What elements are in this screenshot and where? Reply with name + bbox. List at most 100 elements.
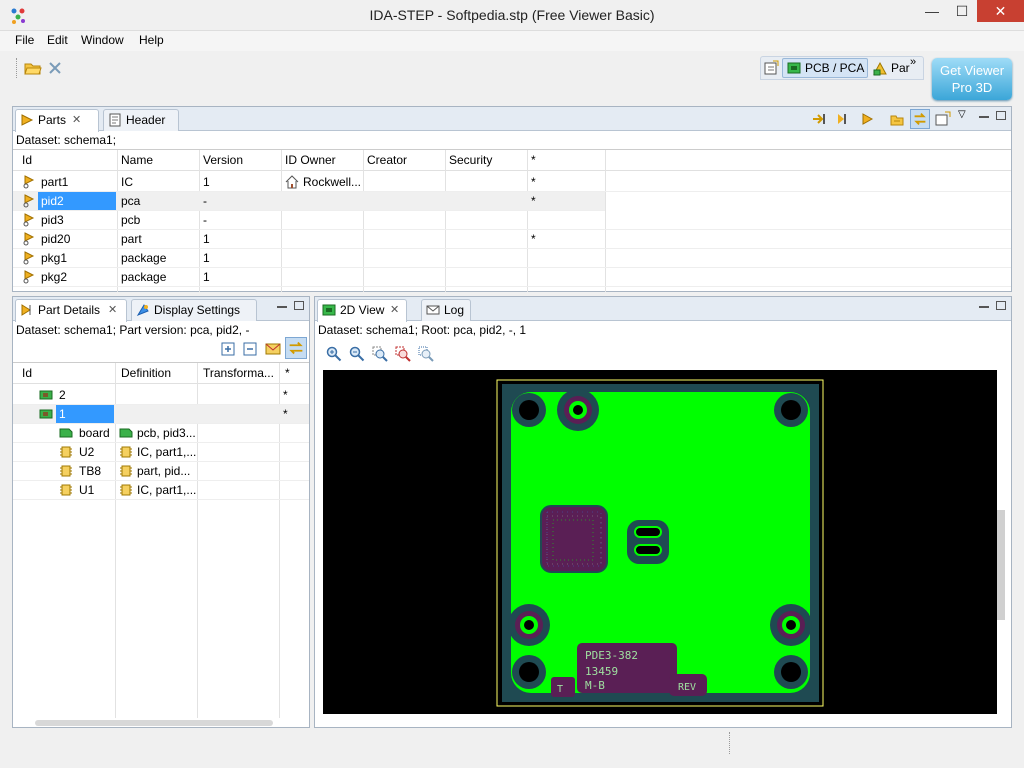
tab-2d-view[interactable]: 2D View ✕ — [317, 299, 407, 322]
tree-row[interactable]: U1 IC, part1,... — [13, 481, 309, 500]
minimize-panel-icon[interactable] — [979, 306, 989, 308]
col-definition[interactable]: Definition — [121, 363, 171, 383]
parts-table-header: Id Name Version ID Owner Creator Securit… — [13, 150, 1011, 171]
get-viewer-pro-button[interactable]: Get Viewer Pro 3D — [932, 58, 1012, 100]
close-tab-icon[interactable]: ✕ — [390, 300, 399, 320]
refresh-folder-icon[interactable] — [889, 111, 905, 127]
part-perspective-icon[interactable] — [872, 60, 888, 76]
maximize-panel-icon[interactable] — [996, 111, 1006, 120]
tab-header[interactable]: Header — [103, 109, 179, 131]
cell-id: U2 — [79, 445, 95, 459]
cell-name: IC — [121, 175, 133, 189]
sync-icon[interactable] — [285, 337, 307, 359]
close-tab-icon[interactable]: ✕ — [108, 300, 117, 320]
col-transformation[interactable]: Transforma... — [203, 363, 274, 383]
cell-id: U1 — [79, 483, 95, 497]
pad — [770, 604, 812, 646]
col-star[interactable]: * — [531, 150, 536, 170]
horizontal-scrollbar[interactable] — [35, 720, 273, 726]
close-button[interactable]: ✕ — [977, 0, 1024, 22]
col-creator[interactable]: Creator — [367, 150, 407, 170]
col-version[interactable]: Version — [203, 150, 243, 170]
cell-version: - — [203, 213, 207, 227]
menu-window[interactable]: Window — [81, 33, 124, 47]
sync-icon[interactable] — [910, 109, 930, 129]
bga-footprint — [540, 505, 608, 573]
perspective-overflow[interactable]: » — [910, 56, 916, 68]
component-icon — [60, 446, 72, 458]
maximize-button[interactable]: ☐ — [947, 0, 977, 22]
minimize-panel-icon[interactable] — [277, 306, 287, 308]
minimize-button[interactable]: — — [917, 0, 947, 22]
parts-icon — [21, 114, 34, 126]
tab-part-details[interactable]: Part Details ✕ — [15, 299, 127, 322]
main-toolbar: PCB / PCA Par » Get Viewer Pro 3D — [0, 51, 1024, 103]
col-security[interactable]: Security — [449, 150, 492, 170]
tree-row[interactable]: board pcb, pid3... — [13, 424, 309, 443]
perspective-part-label[interactable]: Par — [891, 61, 910, 75]
toolbar-grip — [16, 58, 19, 78]
mounting-hole — [774, 655, 808, 689]
tree-row[interactable]: 2 * — [13, 386, 309, 405]
status-divider — [729, 732, 731, 754]
close-file-icon[interactable] — [48, 61, 62, 75]
menu-file[interactable]: File — [15, 33, 34, 47]
table-row[interactable]: pid2 pca - * — [13, 192, 605, 211]
zoom-select-icon[interactable] — [418, 346, 434, 362]
open-perspective-icon[interactable] — [764, 60, 779, 75]
zoom-fit-icon[interactable] — [372, 346, 388, 362]
title-bar: IDA-STEP - Softpedia.stp (Free Viewer Ba… — [0, 0, 1024, 31]
mail-icon[interactable] — [265, 342, 281, 356]
scroll-thumb[interactable] — [997, 510, 1005, 620]
menu-edit[interactable]: Edit — [47, 33, 68, 47]
zoom-out-icon[interactable] — [349, 346, 365, 362]
cell-star: * — [283, 388, 288, 402]
collapse-all-icon[interactable] — [243, 342, 257, 356]
home-icon — [285, 175, 299, 189]
col-name[interactable]: Name — [121, 150, 153, 170]
col-id-owner[interactable]: ID Owner — [285, 150, 336, 170]
cell-id: 2 — [59, 388, 66, 402]
tree-row[interactable]: TB8 part, pid... — [13, 462, 309, 481]
cell-definition: IC, part1,... — [137, 445, 197, 459]
cell-id: pkg1 — [41, 251, 68, 265]
menu-help[interactable]: Help — [139, 33, 164, 47]
zoom-region-icon[interactable] — [395, 346, 411, 362]
tab-display-settings[interactable]: Display Settings — [131, 299, 257, 321]
expand-right-icon[interactable] — [811, 111, 827, 127]
cell-version: 1 — [203, 232, 210, 246]
close-tab-icon[interactable]: ✕ — [72, 110, 81, 130]
maximize-panel-icon[interactable] — [294, 301, 304, 310]
vertical-scrollbar[interactable] — [997, 370, 1005, 714]
table-row[interactable]: pid20 part 1 * — [13, 230, 1011, 249]
tree-row[interactable]: 1 * — [13, 405, 309, 424]
tab-parts[interactable]: Parts ✕ — [15, 109, 99, 132]
col-star[interactable]: * — [285, 363, 290, 383]
new-window-icon[interactable] — [935, 111, 951, 127]
play-icon[interactable] — [859, 111, 875, 127]
minimize-panel-icon[interactable] — [979, 116, 989, 118]
pcb-canvas[interactable]: PDE3-382 13459 M-B REV T — [323, 370, 997, 714]
expand-all-icon[interactable] — [221, 342, 235, 356]
zoom-in-icon[interactable] — [326, 346, 342, 362]
tab-2d-view-label: 2D View — [340, 303, 385, 317]
menu-bar: File Edit Window Help — [0, 31, 1024, 51]
tab-log[interactable]: Log — [421, 299, 471, 321]
tree-row[interactable]: U2 IC, part1,... — [13, 443, 309, 462]
cell-name: pcb — [121, 213, 141, 227]
perspective-pcb-pca[interactable]: PCB / PCA — [782, 58, 868, 78]
open-folder-icon[interactable] — [24, 60, 42, 76]
cell-id-selected: 1 — [56, 405, 114, 423]
view-menu-icon[interactable]: ▽ — [958, 109, 966, 120]
col-id[interactable]: Id — [22, 363, 32, 383]
maximize-panel-icon[interactable] — [996, 301, 1006, 310]
col-id[interactable]: Id — [22, 150, 32, 170]
table-row[interactable]: pkg2 package 1 — [13, 268, 1011, 287]
table-row[interactable]: pkg1 package 1 — [13, 249, 1011, 268]
cell-star: * — [531, 232, 536, 246]
cell-definition: IC, part1,... — [137, 483, 197, 497]
perspective-label: PCB / PCA — [805, 61, 865, 75]
table-row[interactable]: pid3 pcb - — [13, 211, 1011, 230]
table-row[interactable]: part1 IC 1 Rockwell... * — [13, 173, 1011, 192]
step-icon[interactable] — [835, 111, 851, 127]
